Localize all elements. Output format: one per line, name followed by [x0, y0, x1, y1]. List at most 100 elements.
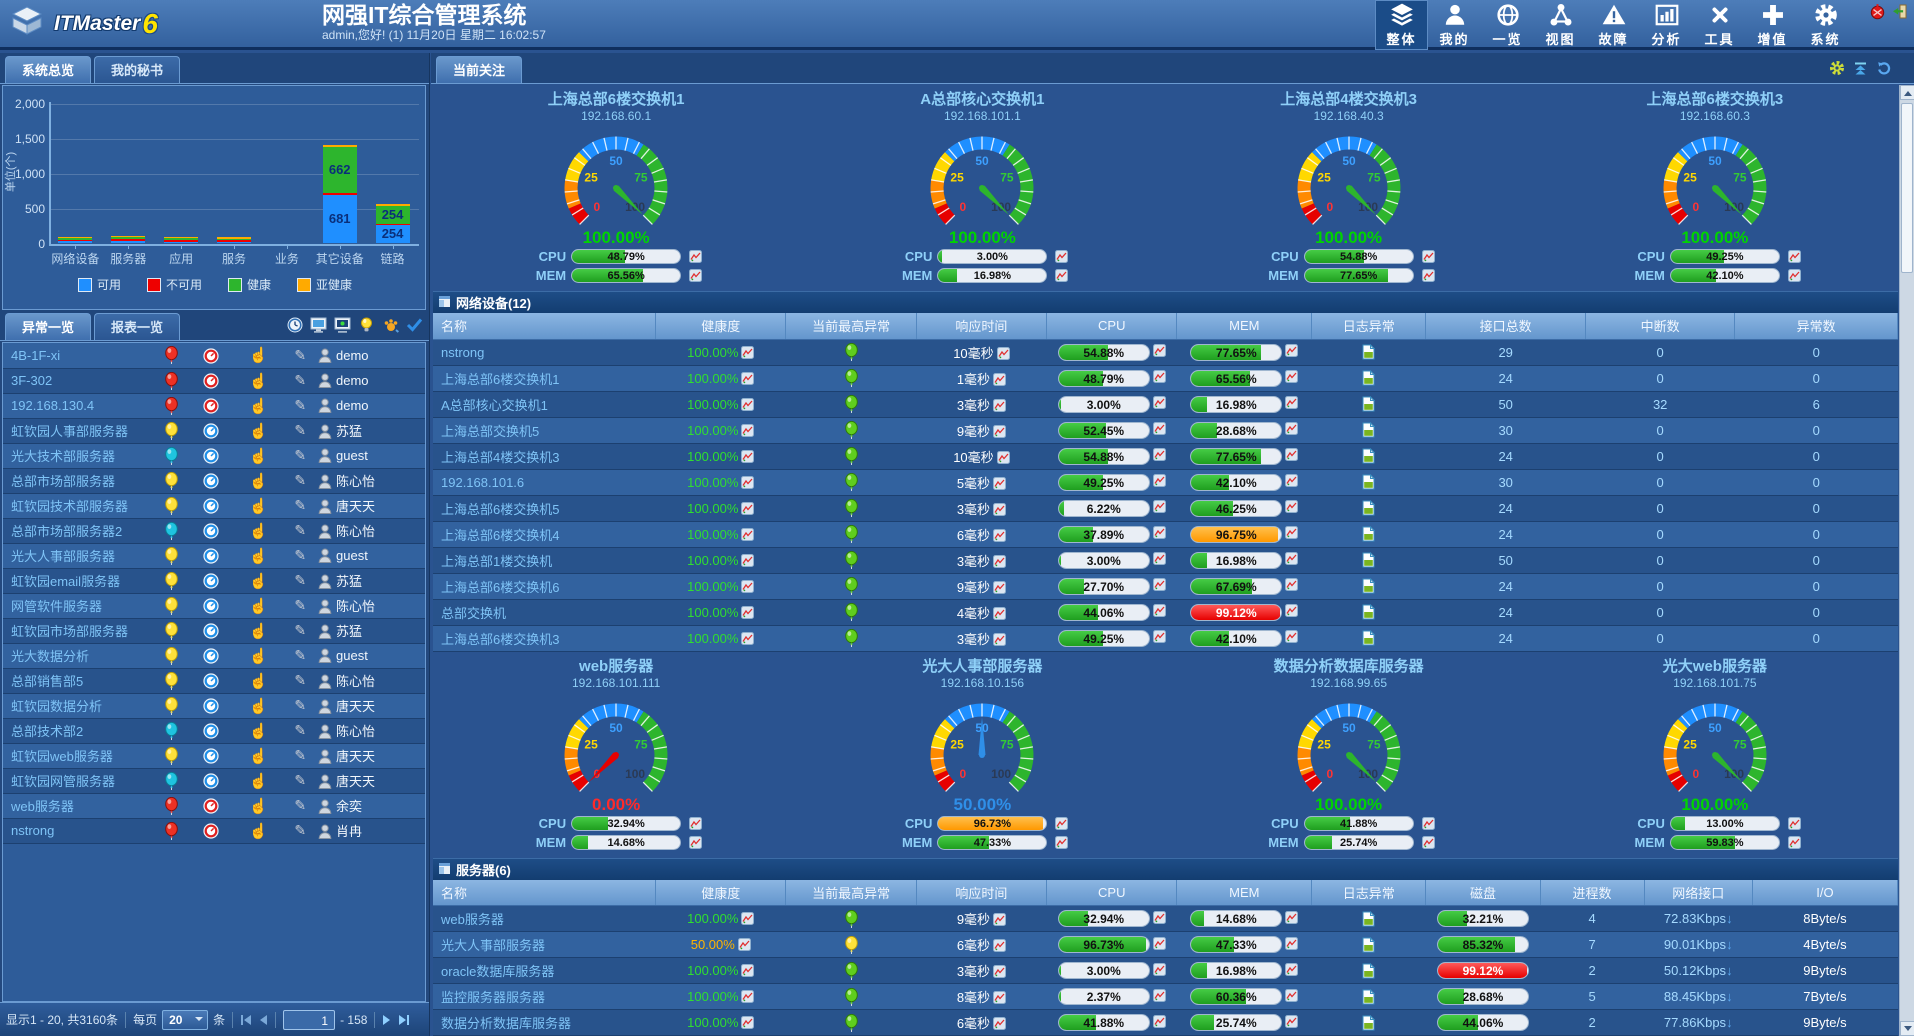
trend-icon[interactable]: [1285, 989, 1298, 1002]
exception-row[interactable]: 4B-1F-xi ☝ ✎ demo: [3, 343, 425, 368]
resource-name[interactable]: 总部销售部5: [3, 668, 153, 693]
device-row[interactable]: 192.168.101.6 100.00% 5毫秒 49.25% 42.10% …: [433, 469, 1898, 495]
alarm-balloon-icon[interactable]: [165, 697, 178, 715]
log-icon[interactable]: [1362, 630, 1375, 646]
alarm-balloon-icon[interactable]: [165, 346, 178, 364]
alarm-balloon-icon[interactable]: [845, 603, 858, 621]
alarm-balloon-icon[interactable]: [845, 577, 858, 595]
log-icon[interactable]: [1362, 552, 1375, 568]
resource-name[interactable]: 光大数据分析: [3, 643, 153, 668]
resource-name[interactable]: 光大技术部服务器: [3, 443, 153, 468]
device-name[interactable]: 上海总部1楼交换机: [433, 547, 656, 573]
device-row[interactable]: 上海总部6楼交换机1 100.00% 1毫秒 48.79% 65.56% 24 …: [433, 365, 1898, 391]
mini-gauge-icon[interactable]: [203, 648, 219, 664]
locate-hand-icon[interactable]: ☝: [249, 823, 268, 840]
locate-hand-icon[interactable]: ☝: [249, 398, 268, 415]
bar-segment-健康[interactable]: [164, 238, 198, 240]
trend-icon[interactable]: [993, 965, 1006, 978]
device-name[interactable]: 上海总部6楼交换机4: [433, 521, 656, 547]
tab-系统总览[interactable]: 系统总览: [5, 56, 91, 83]
page-input[interactable]: 1: [283, 1010, 335, 1030]
trend-icon[interactable]: [1153, 989, 1166, 1002]
resource-name[interactable]: 虹钦园人事部服务器: [3, 418, 153, 443]
trend-icon[interactable]: [1788, 269, 1801, 282]
trend-icon[interactable]: [1055, 817, 1068, 830]
edit-icon[interactable]: ✎: [294, 347, 306, 363]
device-row[interactable]: nstrong 100.00% 10毫秒 54.88% 77.65% 29 0 …: [433, 339, 1898, 365]
edit-icon[interactable]: ✎: [294, 572, 306, 588]
column-header[interactable]: 当前最高异常: [786, 880, 916, 906]
trend-icon[interactable]: [993, 913, 1006, 926]
exception-row[interactable]: web服务器 ☝ ✎ 余奕: [3, 793, 425, 818]
exception-row[interactable]: 3F-302 ☝ ✎ demo: [3, 368, 425, 393]
locate-hand-icon[interactable]: ☝: [249, 548, 268, 565]
alarm-balloon-icon[interactable]: [845, 962, 858, 980]
resource-name[interactable]: 虹钦园数据分析: [3, 693, 153, 718]
column-header[interactable]: 响应时间: [916, 313, 1046, 339]
last-page-button[interactable]: [397, 1014, 410, 1026]
trend-icon[interactable]: [993, 939, 1006, 952]
locate-hand-icon[interactable]: ☝: [249, 798, 268, 815]
alarm-balloon-icon[interactable]: [845, 988, 858, 1006]
locate-hand-icon[interactable]: ☝: [249, 698, 268, 715]
trend-icon[interactable]: [993, 399, 1006, 412]
bar-segment-健康[interactable]: [217, 239, 251, 241]
log-icon[interactable]: [1362, 911, 1375, 927]
exception-row[interactable]: 总部市场部服务器2 ☝ ✎ 陈心怡: [3, 518, 425, 543]
device-name[interactable]: 上海总部6楼交换机3: [433, 625, 656, 651]
edit-icon[interactable]: ✎: [294, 772, 306, 788]
device-row[interactable]: 上海总部1楼交换机 100.00% 3毫秒 3.00% 16.98% 50 0 …: [433, 547, 1898, 573]
device-title[interactable]: A总部核心交换机1: [799, 90, 1165, 109]
server-name[interactable]: web服务器: [433, 906, 656, 932]
nav-layers[interactable]: 整体: [1375, 0, 1428, 50]
trend-icon[interactable]: [1285, 630, 1298, 643]
trend-icon[interactable]: [741, 528, 754, 541]
log-icon[interactable]: [1362, 422, 1375, 438]
column-header[interactable]: CPU: [1047, 313, 1177, 339]
trend-icon[interactable]: [993, 633, 1006, 646]
bar-segment-亚健康[interactable]: [111, 236, 145, 238]
device-name[interactable]: 上海总部6楼交换机5: [433, 495, 656, 521]
device-row[interactable]: 上海总部6楼交换机4 100.00% 6毫秒 37.89% 96.75% 24 …: [433, 521, 1898, 547]
exception-row[interactable]: nstrong ☝ ✎ 肖冉: [3, 818, 425, 843]
alarm-balloon-icon[interactable]: [165, 622, 178, 640]
trend-icon[interactable]: [689, 836, 702, 849]
prev-page-button[interactable]: [258, 1014, 268, 1026]
locate-hand-icon[interactable]: ☝: [249, 473, 268, 490]
trend-icon[interactable]: [993, 991, 1006, 1004]
bar-链路[interactable]: 254254: [376, 204, 410, 243]
resource-name[interactable]: 虹钦园网管服务器: [3, 768, 153, 793]
bulb-icon[interactable]: [358, 316, 375, 333]
device-title[interactable]: 光大人事部服务器: [799, 657, 1165, 676]
trend-icon[interactable]: [1153, 963, 1166, 976]
locate-hand-icon[interactable]: ☝: [249, 573, 268, 590]
device-title[interactable]: 光大web服务器: [1532, 657, 1898, 676]
locate-hand-icon[interactable]: ☝: [249, 748, 268, 765]
mini-gauge-icon[interactable]: [203, 348, 219, 364]
nav-plus[interactable]: 增值: [1746, 0, 1799, 50]
settings-icon[interactable]: [1829, 60, 1845, 81]
server-row[interactable]: oracle数据库服务器 100.00% 3毫秒 3.00% 16.98% 99…: [433, 958, 1898, 984]
device-name[interactable]: 192.168.101.6: [433, 469, 656, 495]
scroll-up-icon[interactable]: [1900, 85, 1914, 100]
bar-segment-可用[interactable]: [111, 241, 145, 243]
locate-hand-icon[interactable]: ☝: [249, 498, 268, 515]
alarm-balloon-icon[interactable]: [845, 395, 858, 413]
bar-segment-可用[interactable]: [217, 242, 251, 244]
column-header[interactable]: I/O: [1752, 880, 1897, 906]
trend-icon[interactable]: [1055, 269, 1068, 282]
scrollbar[interactable]: [1899, 85, 1914, 1036]
trend-icon[interactable]: [1153, 500, 1166, 513]
trend-icon[interactable]: [993, 373, 1006, 386]
alarm-balloon-icon[interactable]: [165, 472, 178, 490]
column-header[interactable]: CPU: [1047, 880, 1177, 906]
device-row[interactable]: 上海总部交换机5 100.00% 9毫秒 52.45% 28.68% 30 0 …: [433, 417, 1898, 443]
trend-icon[interactable]: [1153, 474, 1166, 487]
alarm-balloon-icon[interactable]: [845, 1014, 858, 1032]
nav-user[interactable]: 我的: [1428, 0, 1481, 50]
trend-icon[interactable]: [1153, 344, 1166, 357]
nav-globe[interactable]: 一览: [1481, 0, 1534, 50]
trend-icon[interactable]: [741, 450, 754, 463]
column-header[interactable]: MEM: [1177, 880, 1312, 906]
device-name[interactable]: 上海总部交换机5: [433, 417, 656, 443]
